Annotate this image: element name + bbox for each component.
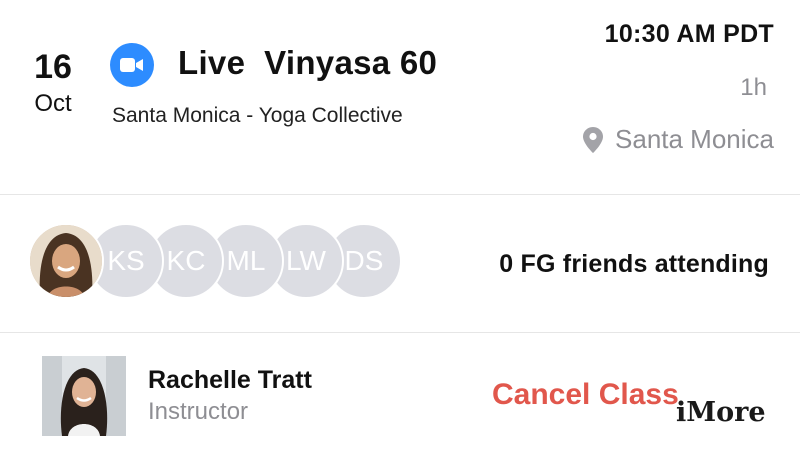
class-venue: Santa Monica - Yoga Collective (112, 104, 403, 127)
section-divider (0, 332, 800, 333)
attendee-avatar-photo[interactable] (28, 223, 104, 299)
class-date: 16 Oct (22, 48, 84, 118)
date-day: 16 (34, 48, 72, 86)
attendee-avatars[interactable]: KS KC ML LW DS (28, 223, 408, 299)
friends-attending-label: 0 FG friends attending (499, 250, 769, 278)
section-divider (0, 194, 800, 195)
location-pin-icon (583, 126, 604, 153)
imore-watermark: iMore (676, 397, 766, 428)
class-title: Live Vinyasa 60 (178, 44, 438, 81)
class-duration: 1h (740, 74, 767, 101)
instructor-photo[interactable] (42, 356, 126, 436)
cancel-class-button[interactable]: Cancel Class (492, 378, 679, 412)
location-label: Santa Monica (615, 124, 774, 154)
class-time: 10:30 AM PDT (604, 20, 774, 48)
instructor-role: Instructor (148, 398, 249, 425)
date-month: Oct (34, 90, 72, 117)
zoom-video-icon (110, 43, 154, 87)
class-detail-card: 16 Oct Live Vinyasa 60 Santa Monica - Yo… (0, 0, 800, 450)
class-location[interactable]: Santa Monica (583, 124, 774, 155)
instructor-name[interactable]: Rachelle Tratt (148, 366, 312, 395)
